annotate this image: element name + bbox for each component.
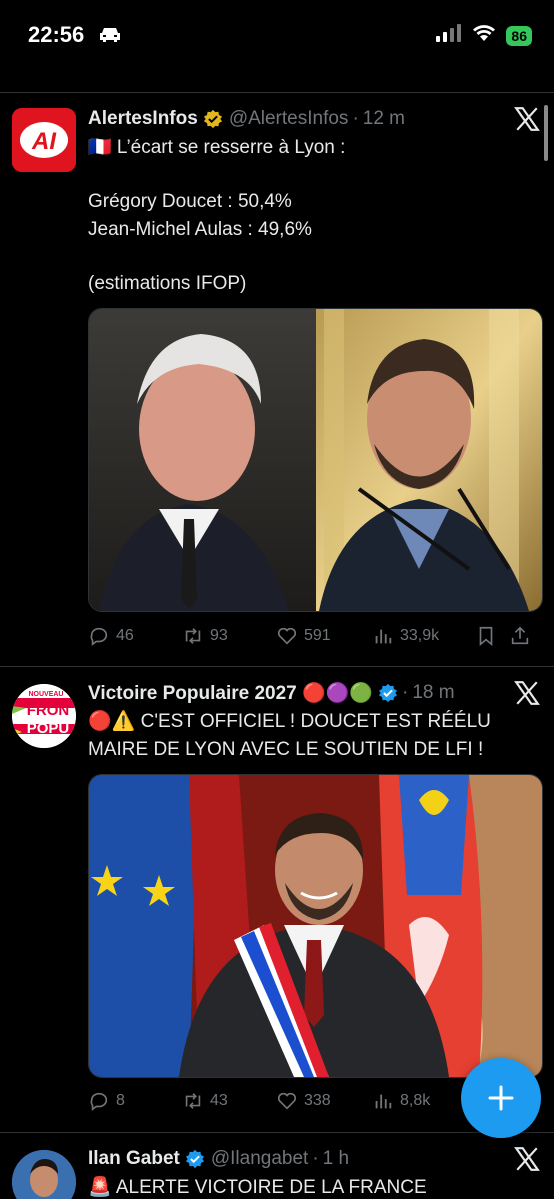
like-button[interactable]: 338 (276, 1090, 372, 1112)
reply-count: 46 (116, 627, 134, 644)
tweet-image[interactable] (88, 774, 543, 1078)
views-button[interactable]: 8,8k (372, 1090, 475, 1112)
tweet-text-line: 🔴⚠️ C'EST OFFICIEL ! DOUCET EST RÉÉLU (88, 711, 491, 732)
photo-mayor-with-sash (89, 775, 542, 1077)
x-logo-icon[interactable] (514, 1146, 540, 1172)
avatar-text: FRON (27, 702, 70, 719)
like-count: 591 (304, 627, 331, 644)
views-count: 33,9k (400, 627, 440, 644)
bookmark-button[interactable] (475, 625, 509, 647)
bookmark-icon (479, 626, 493, 647)
x-logo-icon[interactable] (514, 106, 540, 132)
tweet-time[interactable]: 12 m (363, 108, 405, 130)
repost-count: 43 (210, 1092, 228, 1109)
avatar-logo-text: AI (31, 128, 57, 155)
divider (0, 666, 554, 667)
tweet-image[interactable] (88, 308, 543, 612)
share-icon (511, 626, 529, 645)
author-name[interactable]: Ilan Gabet (88, 1148, 180, 1170)
x-logo-icon[interactable] (514, 680, 540, 706)
photo-two-politicians (89, 309, 542, 611)
repost-count: 93 (210, 627, 228, 644)
tweet-text-line: MAIRE DE LYON AVEC LE SOUTIEN DE LFI ! (88, 739, 484, 760)
avatar[interactable]: NOUVEAU FRON POPU (12, 684, 76, 748)
verified-blue-icon (378, 683, 398, 703)
status-time: 22:56 (28, 22, 85, 47)
author-name[interactable]: Victoire Populaire 2027 🔴🟣🟢 (88, 681, 373, 705)
like-count: 338 (304, 1092, 331, 1109)
views-icon (375, 1094, 392, 1109)
author-handle[interactable]: @AlertesInfos (229, 108, 349, 130)
repost-button[interactable]: 43 (182, 1090, 276, 1112)
wifi-icon (472, 24, 496, 47)
repost-icon (185, 1093, 201, 1109)
tweet-ilan-gabet[interactable]: Ilan Gabet @Ilangabet · 1 h 🚨 ALERTE VIC… (0, 1146, 554, 1199)
dot-separator: · (402, 682, 409, 703)
scrollbar[interactable] (544, 105, 548, 161)
verified-gold-icon (203, 109, 222, 129)
status-bar: 22:56 86 (0, 0, 554, 70)
tweet-header: AlertesInfos @AlertesInfos · 12 m (88, 106, 504, 132)
tweet-time[interactable]: 18 m (412, 682, 454, 704)
tweet-text-line: (estimations IFOP) (88, 273, 247, 294)
tweet-text-line: 🇫🇷 L’écart se resserre à Lyon : (88, 137, 346, 158)
share-button[interactable] (509, 625, 531, 647)
status-indicators: 86 (436, 24, 532, 47)
verified-blue-icon (185, 1149, 204, 1169)
divider (0, 1132, 554, 1133)
tweet-header: Victoire Populaire 2027 🔴🟣🟢 · 18 m (88, 680, 504, 706)
compose-button[interactable] (461, 1058, 541, 1138)
dot-separator: · (352, 108, 359, 129)
views-icon (375, 629, 392, 644)
reply-icon (90, 1092, 108, 1111)
tweet-text-line: Grégory Doucet : 50,4% (88, 191, 292, 212)
divider (0, 92, 554, 93)
reply-icon (90, 627, 108, 646)
tweet-time[interactable]: 1 h (323, 1148, 349, 1170)
repost-button[interactable]: 93 (182, 625, 276, 647)
tweet-actions: 46 93 591 33,9k (88, 624, 541, 648)
signal-icon (436, 24, 462, 47)
dot-separator: · (312, 1148, 319, 1169)
author-handle[interactable]: @Ilangabet (211, 1148, 308, 1170)
reply-button[interactable]: 46 (88, 625, 182, 647)
like-icon (277, 627, 297, 645)
views-count: 8,8k (400, 1092, 431, 1109)
like-button[interactable]: 591 (276, 625, 372, 647)
reply-button[interactable]: 8 (88, 1090, 182, 1112)
tweet-header: Ilan Gabet @Ilangabet · 1 h (88, 1146, 504, 1172)
tweet-text-line: Jean-Michel Aulas : 49,6% (88, 219, 312, 240)
repost-icon (185, 628, 201, 644)
tweet-text-line: 🚨 ALERTE VICTOIRE DE LA FRANCE (88, 1177, 427, 1198)
battery-icon: 86 (506, 25, 532, 46)
plus-icon (488, 1085, 514, 1111)
author-name[interactable]: AlertesInfos (88, 108, 198, 130)
reply-count: 8 (116, 1092, 125, 1109)
views-button[interactable]: 33,9k (372, 625, 475, 647)
like-icon (277, 1092, 297, 1110)
avatar-text: POPU (27, 720, 70, 737)
avatar[interactable]: AI (12, 108, 76, 172)
car-icon (98, 26, 122, 49)
avatar-text: NOUVEAU (28, 691, 63, 698)
avatar[interactable] (12, 1150, 76, 1199)
